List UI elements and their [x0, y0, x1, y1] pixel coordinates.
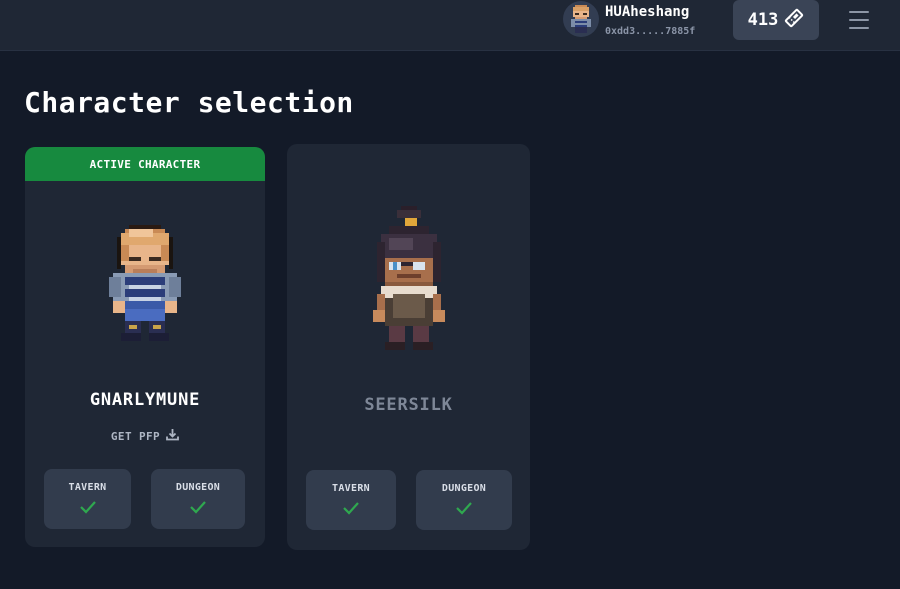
ticket-balance-button[interactable]: 413 — [733, 0, 819, 40]
tavern-status-tile[interactable]: TAVERN — [44, 469, 131, 529]
dungeon-status-tile[interactable]: DUNGEON — [151, 469, 245, 529]
menu-line — [849, 19, 869, 21]
top-bar: HUAheshang 0xdd3.....7885f 413 — [0, 0, 900, 51]
character-name: GNARLYMUNE — [89, 390, 201, 410]
dungeon-label: DUNGEON — [441, 483, 487, 494]
hamburger-menu-icon[interactable] — [848, 10, 870, 30]
character-card-gnarlymune[interactable]: ACTIVE CHARACTER GNARLYMUNE GET PFP TAVE… — [25, 147, 265, 547]
username: HUAheshang — [605, 4, 690, 20]
check-icon — [190, 501, 206, 514]
menu-line — [849, 27, 869, 29]
tavern-status-tile[interactable]: TAVERN — [306, 470, 396, 530]
page-title: Character selection — [24, 86, 354, 119]
download-icon — [166, 428, 179, 444]
check-icon — [456, 502, 472, 515]
tavern-label: TAVERN — [332, 483, 370, 494]
active-character-badge: ACTIVE CHARACTER — [25, 147, 265, 181]
character-sprite-gnarlymune — [105, 225, 185, 357]
tavern-label: TAVERN — [68, 482, 107, 493]
dungeon-status-tile[interactable]: DUNGEON — [416, 470, 512, 530]
character-sprite-seersilk — [369, 206, 449, 362]
ticket-icon — [784, 8, 804, 32]
ticket-count: 413 — [747, 10, 779, 30]
menu-line — [849, 11, 869, 13]
user-avatar[interactable] — [563, 1, 599, 37]
pixel-character-avatar-icon — [571, 5, 591, 33]
character-card-seersilk[interactable]: SEERSILK TAVERN DUNGEON — [287, 144, 530, 550]
character-name: SEERSILK — [364, 395, 453, 415]
dungeon-label: DUNGEON — [175, 482, 221, 493]
get-pfp-label: GET PFP — [110, 429, 161, 443]
wallet-address: 0xdd3.....7885f — [605, 26, 696, 37]
check-icon — [343, 502, 359, 515]
check-icon — [79, 501, 96, 514]
get-pfp-link[interactable]: GET PFP — [25, 428, 265, 444]
